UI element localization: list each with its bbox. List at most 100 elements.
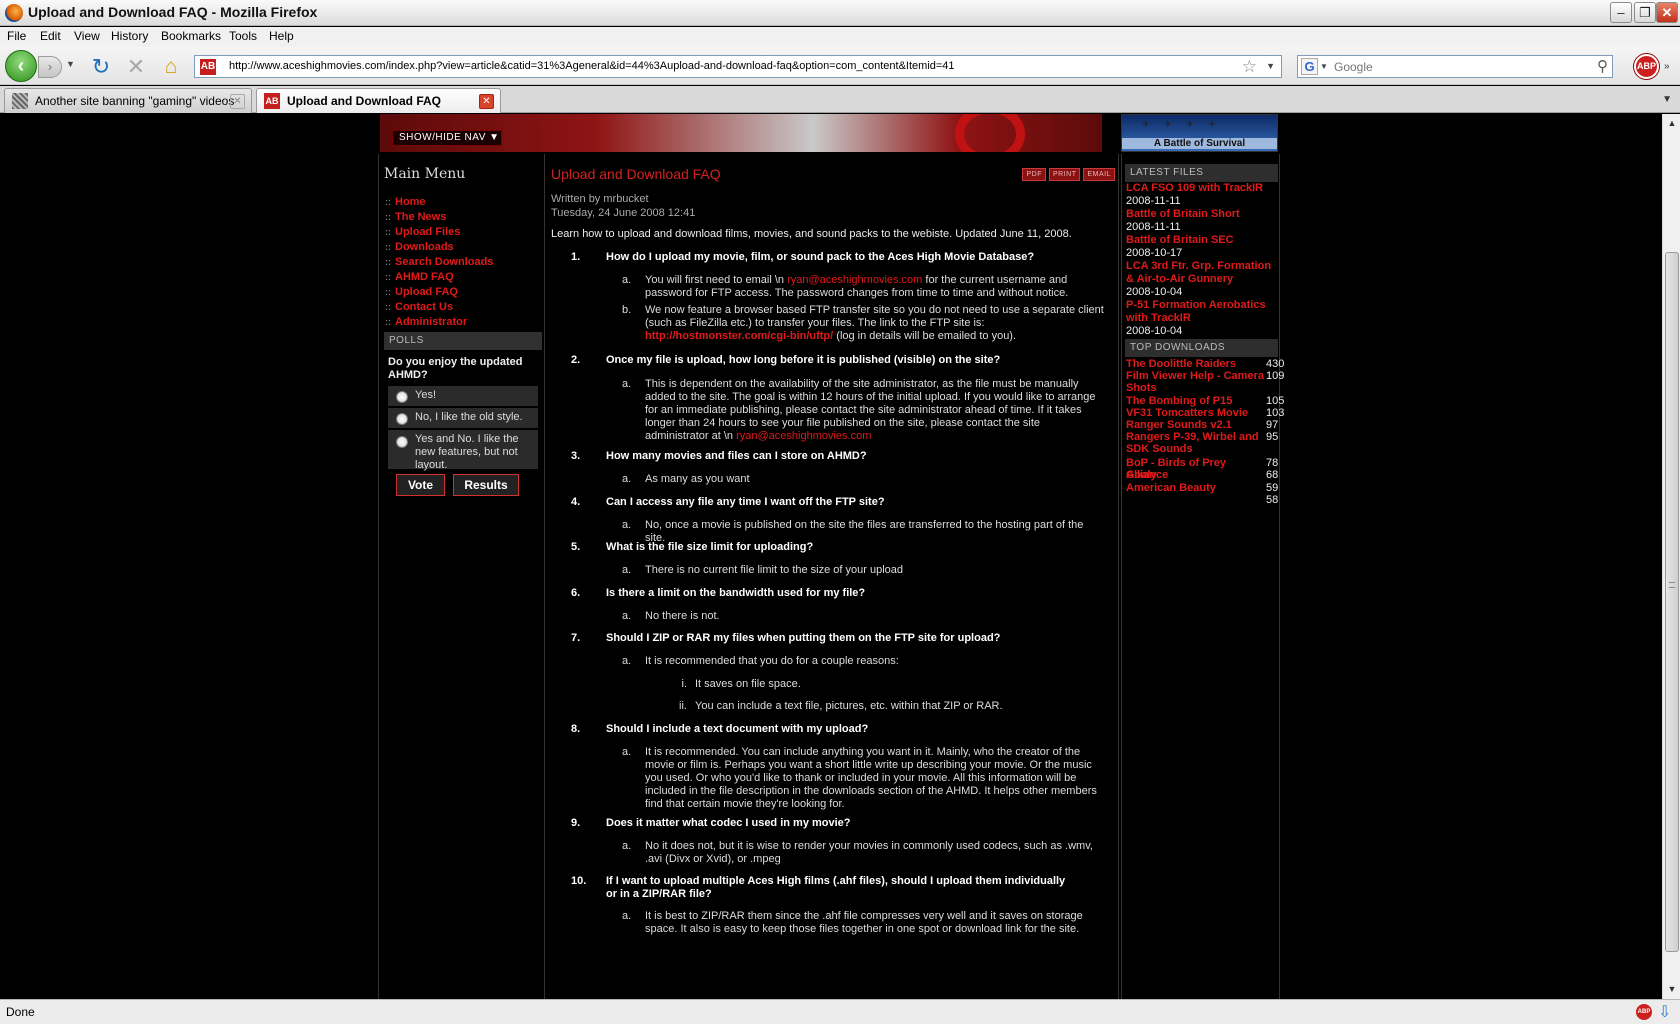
tab-close-icon[interactable]: ✕ xyxy=(479,94,494,109)
top-download-link[interactable]: Film Viewer Help - Camera Shots xyxy=(1126,370,1264,394)
top-download-link[interactable]: VF31 Tomcatters Movie xyxy=(1126,407,1264,419)
adblock-status-icon[interactable]: ABP xyxy=(1636,1004,1652,1020)
featured-banner[interactable]: ✈ ✈ ✈ ✈ A Battle of Survival xyxy=(1121,114,1278,152)
author: Written by mrbucket xyxy=(551,193,649,205)
back-button[interactable]: ‹ xyxy=(5,50,37,82)
poll-option-label: Yes! xyxy=(415,389,437,401)
maximize-button[interactable]: ❐ xyxy=(1634,2,1656,23)
email-link[interactable]: ryan@aceshighmovies.com xyxy=(736,430,871,442)
menu-bar: File Edit View History Bookmarks Tools H… xyxy=(0,27,1680,47)
menu-item-downloads[interactable]: :: Downloads xyxy=(385,241,540,256)
menu-item-contact-us[interactable]: :: Contact Us xyxy=(385,301,540,316)
url-text[interactable]: http://www.aceshighmovies.com/index.php?… xyxy=(229,60,955,72)
close-window-button[interactable]: ✕ xyxy=(1656,2,1678,23)
download-count: 97 xyxy=(1266,419,1279,431)
menu-bookmarks[interactable]: Bookmarks xyxy=(161,29,221,43)
left-sidebar: Main Menu :: Home :: The News :: Upload Fil… xyxy=(378,154,545,999)
latest-file: Battle of Britain SEC 2008-10-17 xyxy=(1126,234,1279,260)
menu-item-the-news[interactable]: :: The News xyxy=(385,211,540,226)
poll-radio[interactable] xyxy=(396,436,408,448)
url-dropdown-icon[interactable]: ▼ xyxy=(1266,61,1275,71)
history-dropdown-icon[interactable]: ▼ xyxy=(66,59,75,69)
download-arrow-icon[interactable]: ⇩ xyxy=(1658,1002,1671,1022)
vote-button[interactable]: Vote xyxy=(396,474,445,496)
tab-close-icon[interactable]: ✕ xyxy=(230,94,245,109)
scroll-up-icon[interactable]: ▲ xyxy=(1665,116,1679,130)
tab-favicon-icon xyxy=(12,93,28,109)
menu-item-home[interactable]: :: Home xyxy=(385,196,540,211)
latest-files-heading: LATEST FILES xyxy=(1125,164,1278,182)
show-hide-nav-button[interactable]: SHOW/HIDE NAV ▼ xyxy=(392,130,502,146)
latest-file-link[interactable]: P-51 Formation Aerobatics with TrackIR xyxy=(1126,299,1279,325)
bullet-icon: :: xyxy=(385,227,391,237)
latest-file-link[interactable]: LCA 3rd Ftr. Grp. Formation & Air-to-Air… xyxy=(1126,260,1279,286)
top-download-link[interactable]: The Doolittle Raiders xyxy=(1126,358,1264,370)
toolbar-overflow-icon[interactable]: » xyxy=(1664,61,1670,72)
scroll-down-icon[interactable]: ▼ xyxy=(1665,982,1679,996)
publish-date: Tuesday, 24 June 2008 12:41 xyxy=(551,207,696,219)
results-button[interactable]: Results xyxy=(453,474,519,496)
menu-file[interactable]: File xyxy=(7,29,26,43)
tab-label: Another site banning "gaming" videos xyxy=(35,94,235,108)
top-download-link[interactable]: American Beauty xyxy=(1126,482,1264,494)
polls-heading: POLLS xyxy=(384,332,542,350)
bookmark-star-icon[interactable]: ☆ xyxy=(1242,57,1257,77)
email-link[interactable]: ryan@aceshighmovies.com xyxy=(787,274,922,286)
poll-option[interactable]: Yes and No. I like the new features, but… xyxy=(388,430,538,471)
menu-item-search-downloads[interactable]: :: Search Downloads xyxy=(385,256,540,271)
stop-icon[interactable]: ✕ xyxy=(125,56,147,78)
poll-option[interactable]: Yes! xyxy=(388,386,538,407)
menu-item-upload-faq[interactable]: :: Upload FAQ xyxy=(385,286,540,301)
engine-dropdown-icon[interactable]: ▼ xyxy=(1320,62,1328,71)
menu-item-ahmd-faq[interactable]: :: AHMD FAQ xyxy=(385,271,540,286)
top-download-link[interactable]: Rangers P-39, Wirbel and SDK Sounds xyxy=(1126,431,1264,455)
latest-file-link[interactable]: Battle of Britain Short xyxy=(1126,208,1279,221)
latest-file-link[interactable]: LCA FSO 109 with TrackIR xyxy=(1126,182,1279,195)
menu-item-administrator[interactable]: :: Administrator xyxy=(385,316,540,331)
vertical-scrollbar[interactable]: ▲ ▼ xyxy=(1662,114,1680,999)
window-title: Upload and Download FAQ - Mozilla Firefo… xyxy=(28,4,318,20)
search-magnifier-icon[interactable]: ⚲ xyxy=(1597,57,1608,75)
email-icon[interactable]: EMAIL xyxy=(1083,168,1115,181)
top-download-link[interactable]: The Bombing of P15 xyxy=(1126,395,1264,407)
poll-radio[interactable] xyxy=(396,413,408,425)
bullet-icon: :: xyxy=(385,212,391,222)
top-download-link[interactable]: Goaly xyxy=(1126,469,1264,481)
top-download-link[interactable]: Ranger Sounds v2.1 xyxy=(1126,419,1264,431)
menu-item-upload-files[interactable]: :: Upload Files xyxy=(385,226,540,241)
menu-view[interactable]: View xyxy=(74,29,100,43)
home-icon[interactable]: ⌂ xyxy=(160,56,182,78)
tab-favicon-icon: AB xyxy=(264,93,280,109)
adblock-plus-icon[interactable]: ABP xyxy=(1634,54,1659,79)
scroll-grip-icon xyxy=(1669,582,1675,588)
status-bar: Done ABP ⇩ xyxy=(0,999,1680,1024)
reload-icon[interactable]: ↻ xyxy=(90,56,112,78)
menu-tools[interactable]: Tools xyxy=(229,29,257,43)
article-title[interactable]: Upload and Download FAQ xyxy=(551,166,721,182)
download-count: 103 xyxy=(1266,407,1285,419)
tab-gaming-videos[interactable]: Another site banning "gaming" videos ✕ xyxy=(4,88,252,113)
pdf-icon[interactable]: PDF xyxy=(1022,168,1046,181)
latest-file-link[interactable]: Battle of Britain SEC xyxy=(1126,234,1279,247)
forward-button[interactable]: › xyxy=(38,56,62,78)
url-bar[interactable]: AB http://www.aceshighmovies.com/index.p… xyxy=(194,55,1282,78)
search-input[interactable] xyxy=(1334,58,1584,75)
status-text: Done xyxy=(6,1005,35,1019)
scroll-thumb[interactable] xyxy=(1665,252,1679,952)
print-icon[interactable]: PRINT xyxy=(1048,168,1081,181)
menu-help[interactable]: Help xyxy=(269,29,294,43)
latest-file-date: 2008-11-11 xyxy=(1126,195,1181,207)
download-count: 95 xyxy=(1266,431,1279,443)
latest-file-date: 2008-10-04 xyxy=(1126,325,1183,337)
menu-edit[interactable]: Edit xyxy=(40,29,61,43)
poll-option[interactable]: No, I like the old style. xyxy=(388,408,538,429)
minimize-button[interactable]: – xyxy=(1610,2,1632,23)
tab-upload-faq[interactable]: AB Upload and Download FAQ ✕ xyxy=(256,88,501,113)
firefox-icon xyxy=(5,4,23,22)
tab-list-icon[interactable]: ▼ xyxy=(1662,94,1672,105)
latest-file: P-51 Formation Aerobatics with TrackIR 2… xyxy=(1126,299,1279,338)
poll-radio[interactable] xyxy=(396,391,408,403)
google-engine-icon[interactable]: G xyxy=(1301,58,1318,75)
ftp-link[interactable]: http://hostmonster.com/cgi-bin/uftp/ xyxy=(645,330,833,342)
menu-history[interactable]: History xyxy=(111,29,148,43)
